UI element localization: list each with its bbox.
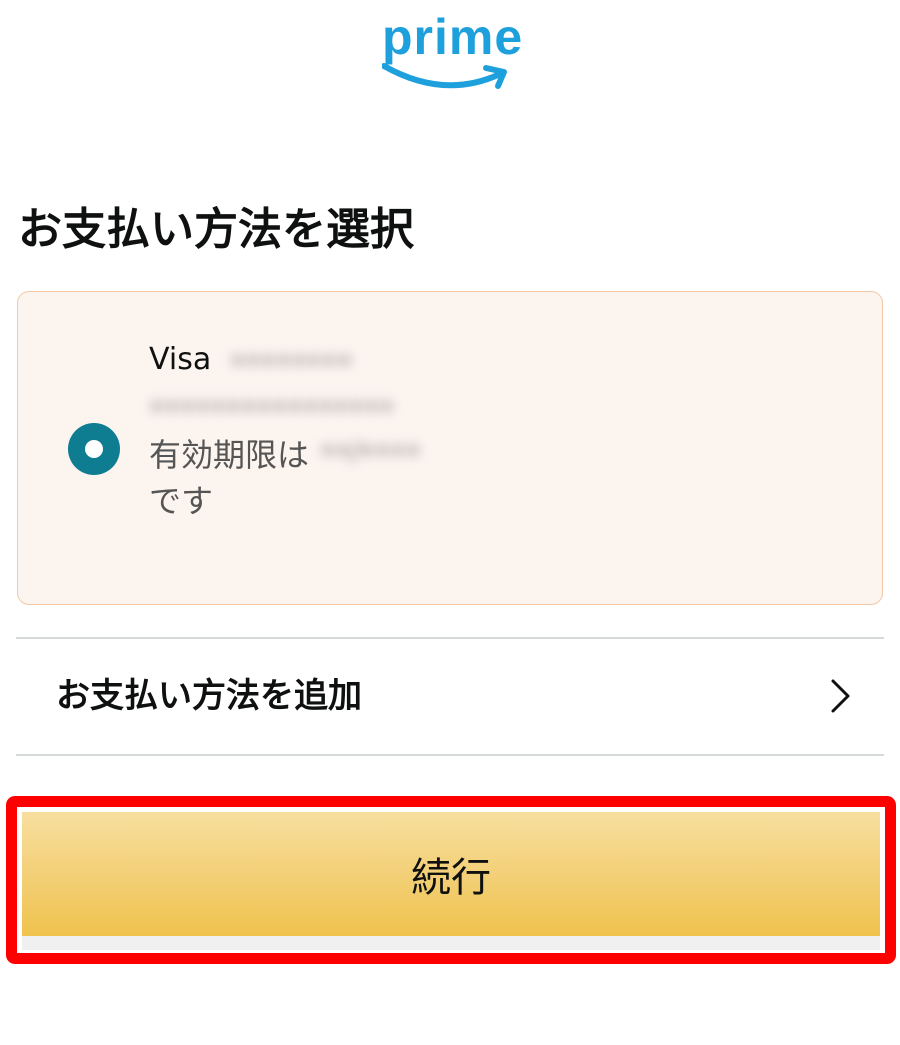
smile-arrow-icon — [382, 63, 507, 89]
prime-logo-text: prime — [382, 9, 524, 65]
payment-method-card[interactable]: Visa •••••••• •••••••••••••••• 有効期限は ••/… — [17, 291, 883, 605]
card-number-redacted: •••••••••••••••• — [149, 393, 395, 423]
add-payment-method-label: お支払い方法を追加 — [56, 676, 362, 716]
card-brand: Visa — [149, 342, 212, 377]
card-holder-redacted: •••••••• — [230, 347, 353, 377]
radio-dot-icon — [85, 440, 103, 458]
page-title: お支払い方法を選択 — [18, 204, 414, 255]
expiry-label: 有効期限は — [149, 436, 310, 474]
prime-logo: prime — [382, 8, 522, 98]
chevron-right-icon — [831, 679, 850, 713]
expiry-suffix: です — [149, 482, 214, 520]
expiry-date-redacted: ••/•••• — [320, 437, 421, 467]
add-payment-method-row[interactable]: お支払い方法を追加 — [16, 638, 884, 754]
highlight-annotation-box — [6, 796, 896, 964]
payment-radio-selected[interactable] — [68, 423, 120, 475]
divider — [16, 754, 884, 756]
